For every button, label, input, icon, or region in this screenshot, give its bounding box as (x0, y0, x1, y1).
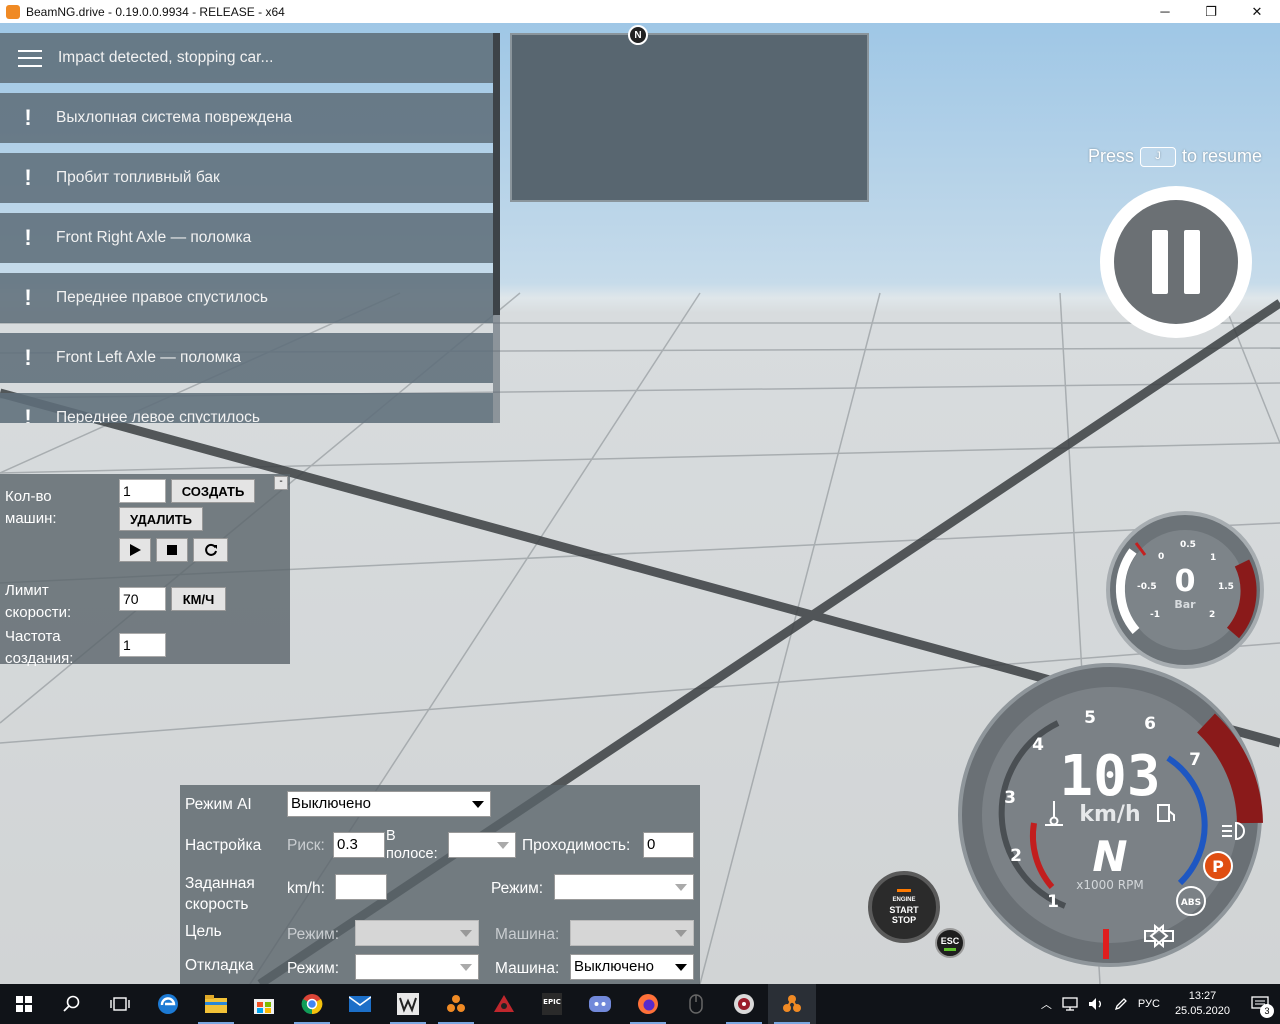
windows-logo-icon (16, 996, 32, 1012)
search-button[interactable] (48, 984, 96, 1024)
mail-icon (349, 996, 371, 1012)
mouse-icon (689, 994, 703, 1014)
esc-led-icon (944, 947, 956, 951)
svg-text:EPIC: EPIC (543, 998, 561, 1006)
boost-tick: 0.5 (1180, 540, 1196, 550)
rpm-tick: 4 (1032, 735, 1044, 755)
parking-brake-label: P (1212, 857, 1224, 876)
search-icon (63, 995, 80, 1012)
mouse-app[interactable] (672, 984, 720, 1024)
game-logo-icon (494, 995, 514, 1012)
media-app[interactable] (720, 984, 768, 1024)
boost-tick: 1 (1210, 553, 1216, 563)
speed-unit: km/h (1079, 802, 1140, 827)
game-viewport[interactable]: Impact detected, stopping car... ! Выхло… (0, 23, 1280, 984)
rpm-tick: 5 (1084, 708, 1096, 728)
window-title: BeamNG.drive - 0.19.0.0.9934 - RELEASE -… (26, 4, 285, 19)
boost-tick: 0 (1158, 552, 1164, 562)
wolf-app[interactable] (384, 984, 432, 1024)
chrome-icon (301, 994, 323, 1015)
disc-icon (734, 994, 754, 1014)
tachometer: 1 2 3 4 5 6 7 103 km/h N x1000 RPM P ABS (958, 663, 1263, 967)
file-explorer-app[interactable] (192, 984, 240, 1024)
epic-games-icon: EPIC (542, 993, 562, 1015)
gear-indicator: N (1092, 832, 1127, 881)
esc-button[interactable]: ESC (935, 928, 965, 958)
edge-icon (158, 994, 178, 1014)
windows-taskbar: EPIC ︿ РУС 13:27 25.05.2020 3 (0, 984, 1280, 1024)
boost-tick: 2 (1209, 610, 1215, 620)
notification-count-badge: 3 (1260, 1004, 1274, 1018)
engine-led-icon (897, 889, 911, 892)
boost-gauge: 0 0.5 1 1.5 2 -0.5 -1 0 Bar (1106, 511, 1264, 669)
game-app[interactable] (480, 984, 528, 1024)
system-tray: ︿ РУС 13:27 25.05.2020 3 (1036, 984, 1280, 1024)
language-indicator[interactable]: РУС (1138, 998, 1160, 1010)
close-button[interactable]: ✕ (1234, 0, 1280, 23)
tray-chevron-up-icon[interactable]: ︿ (1041, 996, 1052, 1012)
pen-icon[interactable] (1114, 997, 1128, 1011)
firefox-icon (638, 994, 658, 1014)
beamng-drive-app[interactable] (768, 984, 816, 1024)
speed-value: 103 (1059, 744, 1160, 809)
beamng-logo-icon (447, 995, 465, 1012)
minimize-button[interactable]: ─ (1142, 0, 1188, 23)
action-center-button[interactable]: 3 (1240, 984, 1280, 1024)
restore-button[interactable]: ❐ (1188, 0, 1234, 23)
boost-tick: 1.5 (1218, 582, 1234, 592)
abs-label: ABS (1181, 898, 1201, 908)
gauges-overlay: 0 0.5 1 1.5 2 -0.5 -1 0 Bar 1 2 3 4 5 6 … (958, 511, 1264, 967)
edge-app[interactable] (144, 984, 192, 1024)
task-view-button[interactable] (96, 984, 144, 1024)
beamng-logo-icon (783, 995, 801, 1012)
chrome-app[interactable] (288, 984, 336, 1024)
store-app[interactable] (240, 984, 288, 1024)
epic-games-app[interactable]: EPIC (528, 984, 576, 1024)
discord-app[interactable] (576, 984, 624, 1024)
rpm-tick: 6 (1144, 714, 1156, 734)
rpm-tick: 3 (1004, 788, 1016, 808)
network-icon[interactable] (1062, 997, 1078, 1011)
task-view-icon (110, 997, 130, 1011)
boost-tick: -0.5 (1137, 582, 1157, 592)
beamng-app-icon (6, 4, 20, 19)
clock[interactable]: 13:27 25.05.2020 (1175, 989, 1230, 1019)
boost-unit: Bar (1174, 598, 1196, 611)
mail-app[interactable] (336, 984, 384, 1024)
store-bag-icon (254, 999, 274, 1014)
rpm-tick: 2 (1010, 846, 1022, 866)
start-button[interactable] (0, 984, 48, 1024)
engine-start-stop-button[interactable]: ENGINE START STOP (868, 871, 940, 943)
folder-icon (205, 995, 227, 1013)
discord-icon (589, 996, 611, 1012)
volume-icon[interactable] (1088, 997, 1104, 1011)
firefox-app[interactable] (624, 984, 672, 1024)
rpm-unit: x1000 RPM (1076, 878, 1143, 892)
boost-tick: -1 (1150, 610, 1160, 620)
rpm-tick: 1 (1047, 892, 1059, 912)
wolf-logo-icon (397, 993, 419, 1015)
boost-value: 0 (1175, 564, 1196, 599)
rpm-tick: 7 (1189, 750, 1201, 770)
window-title-bar: BeamNG.drive - 0.19.0.0.9934 - RELEASE -… (0, 0, 1280, 23)
beamng-launcher-app[interactable] (432, 984, 480, 1024)
